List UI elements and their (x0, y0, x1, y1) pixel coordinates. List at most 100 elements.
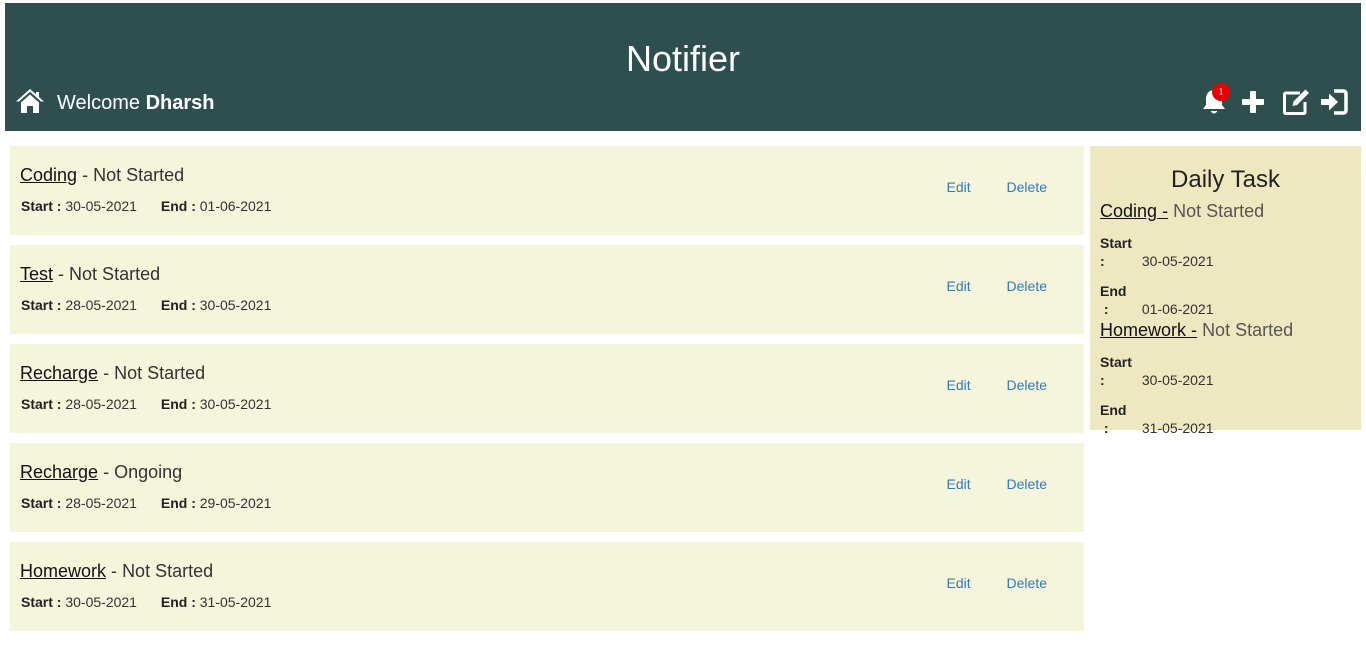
task-dates: Start : 30-05-2021 End : 31-05-2021 (21, 593, 271, 611)
bell-icon[interactable]: 1 (1199, 83, 1230, 117)
plus-icon[interactable] (1238, 87, 1268, 117)
end-date: 29-05-2021 (199, 495, 272, 511)
task-dates: Start : 28-05-2021 End : 29-05-2021 (21, 494, 271, 512)
task-actions: Edit Delete (947, 376, 1047, 394)
daily-task-name-link[interactable]: Coding - (1100, 201, 1168, 221)
notification-badge: 1 (1212, 83, 1230, 101)
task-status: Not Started (93, 165, 185, 185)
daily-task-separator: - (1191, 320, 1198, 340)
task-card: Test - Not Started Start : 28-05-2021 En… (10, 245, 1084, 334)
task-actions: Edit Delete (947, 475, 1047, 493)
task-name-link[interactable]: Recharge (20, 363, 98, 383)
daily-task-status: Not Started (1202, 320, 1294, 340)
task-title: Homework - Not Started (20, 560, 213, 582)
edit-link[interactable]: Edit (947, 476, 971, 492)
daily-task-item: Coding - Not Started Start : 30-05-2021 … (1100, 200, 1264, 318)
edit-icon[interactable] (1281, 87, 1311, 117)
task-separator: - (58, 264, 65, 284)
task-status: Not Started (122, 561, 214, 581)
end-date: 01-06-2021 (199, 198, 272, 214)
start-date: 28-05-2021 (65, 495, 137, 511)
start-date: 30-05-2021 (65, 594, 137, 610)
task-status: Not Started (69, 264, 161, 284)
task-card: Recharge - Ongoing Start : 28-05-2021 En… (10, 443, 1084, 532)
task-card: Recharge - Not Started Start : 28-05-202… (10, 344, 1084, 433)
daily-task-end: End : 31-05-2021 (1100, 401, 1293, 437)
end-label: End : (160, 594, 196, 610)
delete-link[interactable]: Delete (1007, 377, 1047, 393)
username: Dharsh (145, 92, 215, 114)
end-label: End : (1100, 402, 1127, 436)
daily-task-start: Start : 30-05-2021 (1100, 234, 1264, 270)
start-date: 30-05-2021 (1141, 253, 1214, 269)
task-separator: - (103, 363, 110, 383)
start-label: Start : (21, 297, 62, 313)
start-date: 28-05-2021 (65, 297, 137, 313)
delete-link[interactable]: Delete (1007, 278, 1047, 294)
task-card: Homework - Not Started Start : 30-05-202… (10, 542, 1084, 631)
task-actions: Edit Delete (947, 178, 1047, 196)
start-label: Start : (1100, 354, 1132, 388)
task-separator: - (82, 165, 89, 185)
daily-task-heading: Coding - Not Started (1100, 200, 1264, 222)
task-list: Coding - Not Started Start : 30-05-2021 … (10, 146, 1084, 641)
task-status: Not Started (114, 363, 206, 383)
end-label: End : (160, 297, 196, 313)
task-name-link[interactable]: Homework (20, 561, 106, 581)
edit-link[interactable]: Edit (947, 575, 971, 591)
task-name-link[interactable]: Coding (20, 165, 77, 185)
welcome-prefix: Welcome (57, 92, 140, 114)
daily-task-item: Homework - Not Started Start : 30-05-202… (1100, 319, 1293, 437)
task-separator: - (103, 462, 110, 482)
task-name-link[interactable]: Recharge (20, 462, 98, 482)
task-title: Recharge - Ongoing (20, 461, 182, 483)
task-actions: Edit Delete (947, 277, 1047, 295)
task-separator: - (111, 561, 118, 581)
task-name-link[interactable]: Test (20, 264, 53, 284)
daily-task-panel: Daily Task Coding - Not Started Start : … (1090, 146, 1361, 436)
daily-task-title: Daily Task (1171, 166, 1280, 193)
task-dates: Start : 30-05-2021 End : 01-06-2021 (21, 197, 271, 215)
end-label: End : (160, 198, 196, 214)
end-date: 31-05-2021 (1141, 420, 1214, 436)
edit-link[interactable]: Edit (947, 377, 971, 393)
end-date: 01-06-2021 (1141, 301, 1214, 317)
end-label: End : (160, 396, 196, 412)
start-date: 30-05-2021 (65, 198, 137, 214)
start-label: Start : (21, 396, 62, 412)
delete-link[interactable]: Delete (1007, 179, 1047, 195)
daily-task-name-link[interactable]: Homework - (1100, 320, 1197, 340)
start-label: Start : (21, 198, 62, 214)
task-dates: Start : 28-05-2021 End : 30-05-2021 (21, 395, 271, 413)
sign-in-icon[interactable] (1319, 87, 1349, 117)
daily-task-name: Coding (1100, 201, 1158, 221)
task-title: Recharge - Not Started (20, 362, 205, 384)
home-icon[interactable] (15, 87, 45, 115)
app-title: Notifier (625, 38, 741, 79)
daily-task-separator: - (1162, 201, 1169, 221)
task-title: Coding - Not Started (20, 164, 184, 186)
start-label: Start : (21, 495, 62, 511)
task-title: Test - Not Started (20, 263, 160, 285)
end-date: 31-05-2021 (199, 594, 272, 610)
start-label: Start : (1100, 235, 1132, 269)
delete-link[interactable]: Delete (1007, 476, 1047, 492)
start-date: 30-05-2021 (1141, 372, 1214, 388)
end-date: 30-05-2021 (199, 396, 272, 412)
start-date: 28-05-2021 (65, 396, 137, 412)
daily-task-name: Homework (1100, 320, 1187, 340)
delete-link[interactable]: Delete (1007, 575, 1047, 591)
task-actions: Edit Delete (947, 574, 1047, 592)
task-status: Ongoing (114, 462, 183, 482)
task-card: Coding - Not Started Start : 30-05-2021 … (10, 146, 1084, 235)
edit-link[interactable]: Edit (947, 179, 971, 195)
task-dates: Start : 28-05-2021 End : 30-05-2021 (21, 296, 271, 314)
daily-task-end: End : 01-06-2021 (1100, 282, 1264, 318)
edit-link[interactable]: Edit (947, 278, 971, 294)
app-header: Notifier Welcome Dharsh 1 (5, 3, 1361, 131)
end-label: End : (160, 495, 196, 511)
daily-task-heading: Homework - Not Started (1100, 319, 1293, 341)
end-label: End : (1100, 283, 1127, 317)
welcome-message: Welcome Dharsh (57, 91, 214, 115)
daily-task-status: Not Started (1173, 201, 1265, 221)
